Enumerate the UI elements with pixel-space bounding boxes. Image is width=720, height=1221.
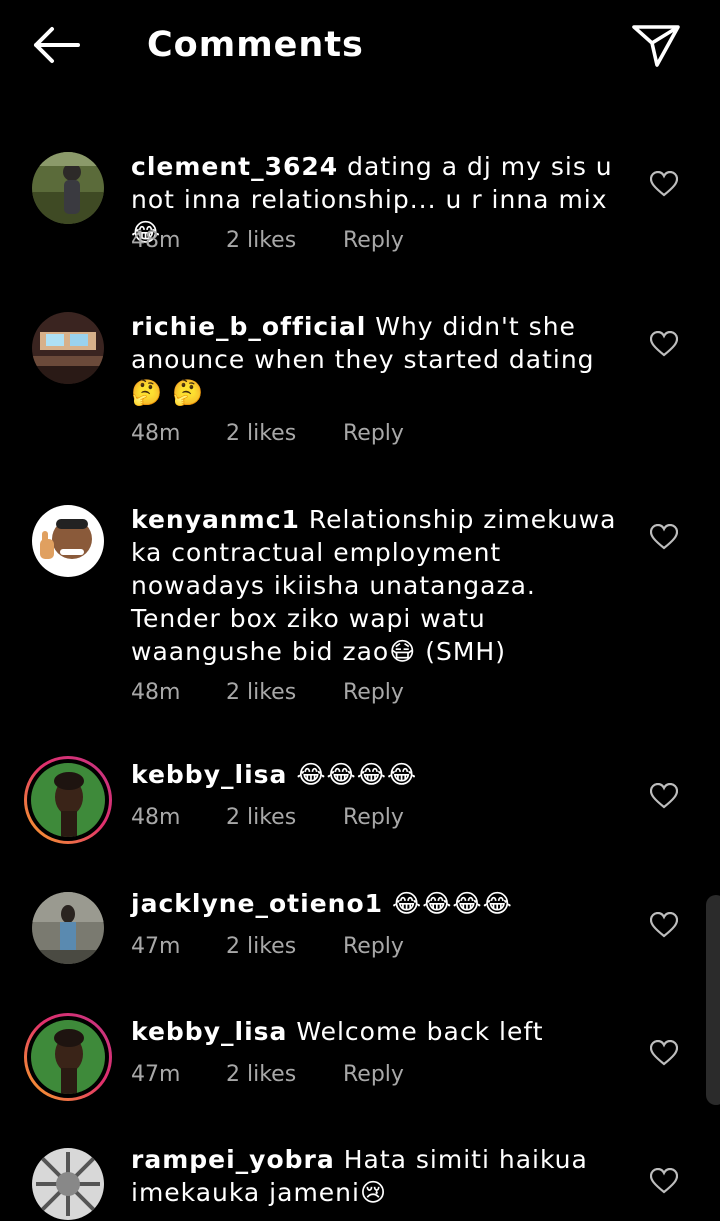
comment-meta: 47m 2 likes Reply [131, 932, 404, 962]
comment-time: 48m [131, 680, 181, 705]
heart-icon[interactable] [650, 1168, 678, 1194]
reply-button[interactable]: Reply [343, 1060, 404, 1090]
comment-likes[interactable]: 2 likes [226, 678, 336, 708]
user-photo-icon [32, 892, 104, 964]
comment-text: rampei_yobra Hata simiti haikua imekauka… [131, 1143, 621, 1209]
reply-button[interactable]: Reply [343, 678, 404, 708]
comment-time: 47m [131, 934, 181, 959]
comment-likes[interactable]: 2 likes [226, 419, 336, 449]
comment-body: 😂😂😂😂 [391, 889, 513, 918]
story-avatar[interactable] [24, 756, 112, 844]
comment-text: kebby_lisa Welcome back left [131, 1015, 621, 1048]
comment-meta: 47m 2 likes Reply [131, 1060, 404, 1090]
heart-icon[interactable] [650, 783, 678, 809]
user-photo-icon [32, 312, 104, 384]
comment-meta: 48m 2 likes Reply [131, 419, 404, 449]
comment-username[interactable]: kenyanmc1 [131, 505, 300, 534]
avatar[interactable] [32, 892, 104, 964]
user-photo-icon [31, 763, 105, 837]
page-title: Comments [147, 25, 364, 65]
comment-username[interactable]: kebby_lisa [131, 760, 287, 789]
comment-likes[interactable]: 2 likes [226, 932, 336, 962]
avatar[interactable] [32, 505, 104, 577]
heart-icon[interactable] [650, 171, 678, 197]
comment-meta: 48m 2 likes Reply [131, 803, 404, 833]
user-photo-icon [32, 1148, 104, 1220]
heart-icon[interactable] [650, 331, 678, 357]
comment-body: 😂😂😂😂 [296, 760, 418, 789]
arrow-left-icon [34, 27, 80, 63]
scrollbar[interactable] [706, 895, 720, 1105]
comment-likes[interactable]: 2 likes [226, 1060, 336, 1090]
user-photo-icon [32, 152, 104, 224]
comment-likes[interactable]: 2 likes [226, 226, 336, 256]
comment-username[interactable]: richie_b_official [131, 312, 366, 341]
user-photo-icon [31, 1020, 105, 1094]
comment-text: jacklyne_otieno1 😂😂😂😂 [131, 887, 621, 920]
comment-text: richie_b_official Why didn't she anounce… [131, 310, 621, 409]
comment-time: 48m [131, 805, 181, 830]
header: Comments [0, 0, 720, 92]
comment-meta: 48m 2 likes Reply [131, 678, 404, 708]
share-button[interactable] [630, 22, 682, 68]
comment-time: 48m [131, 421, 181, 446]
user-photo-icon [32, 505, 104, 577]
avatar [31, 763, 105, 837]
story-ring-gap [27, 1016, 109, 1098]
avatar [31, 1020, 105, 1094]
comment-meta: 48m 2 likes Reply [131, 226, 404, 256]
heart-icon[interactable] [650, 524, 678, 550]
avatar[interactable] [32, 312, 104, 384]
comment-text: kebby_lisa 😂😂😂😂 [131, 758, 621, 791]
comment-text: kenyanmc1 Relationship zimekuwa ka contr… [131, 503, 621, 668]
paper-plane-icon [632, 25, 680, 67]
comment-username[interactable]: rampei_yobra [131, 1145, 335, 1174]
comment-username[interactable]: clement_3624 [131, 152, 338, 181]
comment-body: Welcome back left [296, 1017, 544, 1046]
comment-likes[interactable]: 2 likes [226, 803, 336, 833]
reply-button[interactable]: Reply [343, 419, 404, 449]
story-avatar[interactable] [24, 1013, 112, 1101]
heart-icon[interactable] [650, 1040, 678, 1066]
reply-button[interactable]: Reply [343, 226, 404, 256]
comment-time: 47m [131, 1062, 181, 1087]
comment-username[interactable]: jacklyne_otieno1 [131, 889, 383, 918]
heart-icon[interactable] [650, 912, 678, 938]
reply-button[interactable]: Reply [343, 803, 404, 833]
reply-button[interactable]: Reply [343, 932, 404, 962]
comment-username[interactable]: kebby_lisa [131, 1017, 287, 1046]
avatar[interactable] [32, 152, 104, 224]
story-ring-gap [27, 759, 109, 841]
avatar[interactable] [32, 1148, 104, 1220]
back-button[interactable] [28, 22, 84, 68]
comment-time: 48m [131, 228, 181, 253]
